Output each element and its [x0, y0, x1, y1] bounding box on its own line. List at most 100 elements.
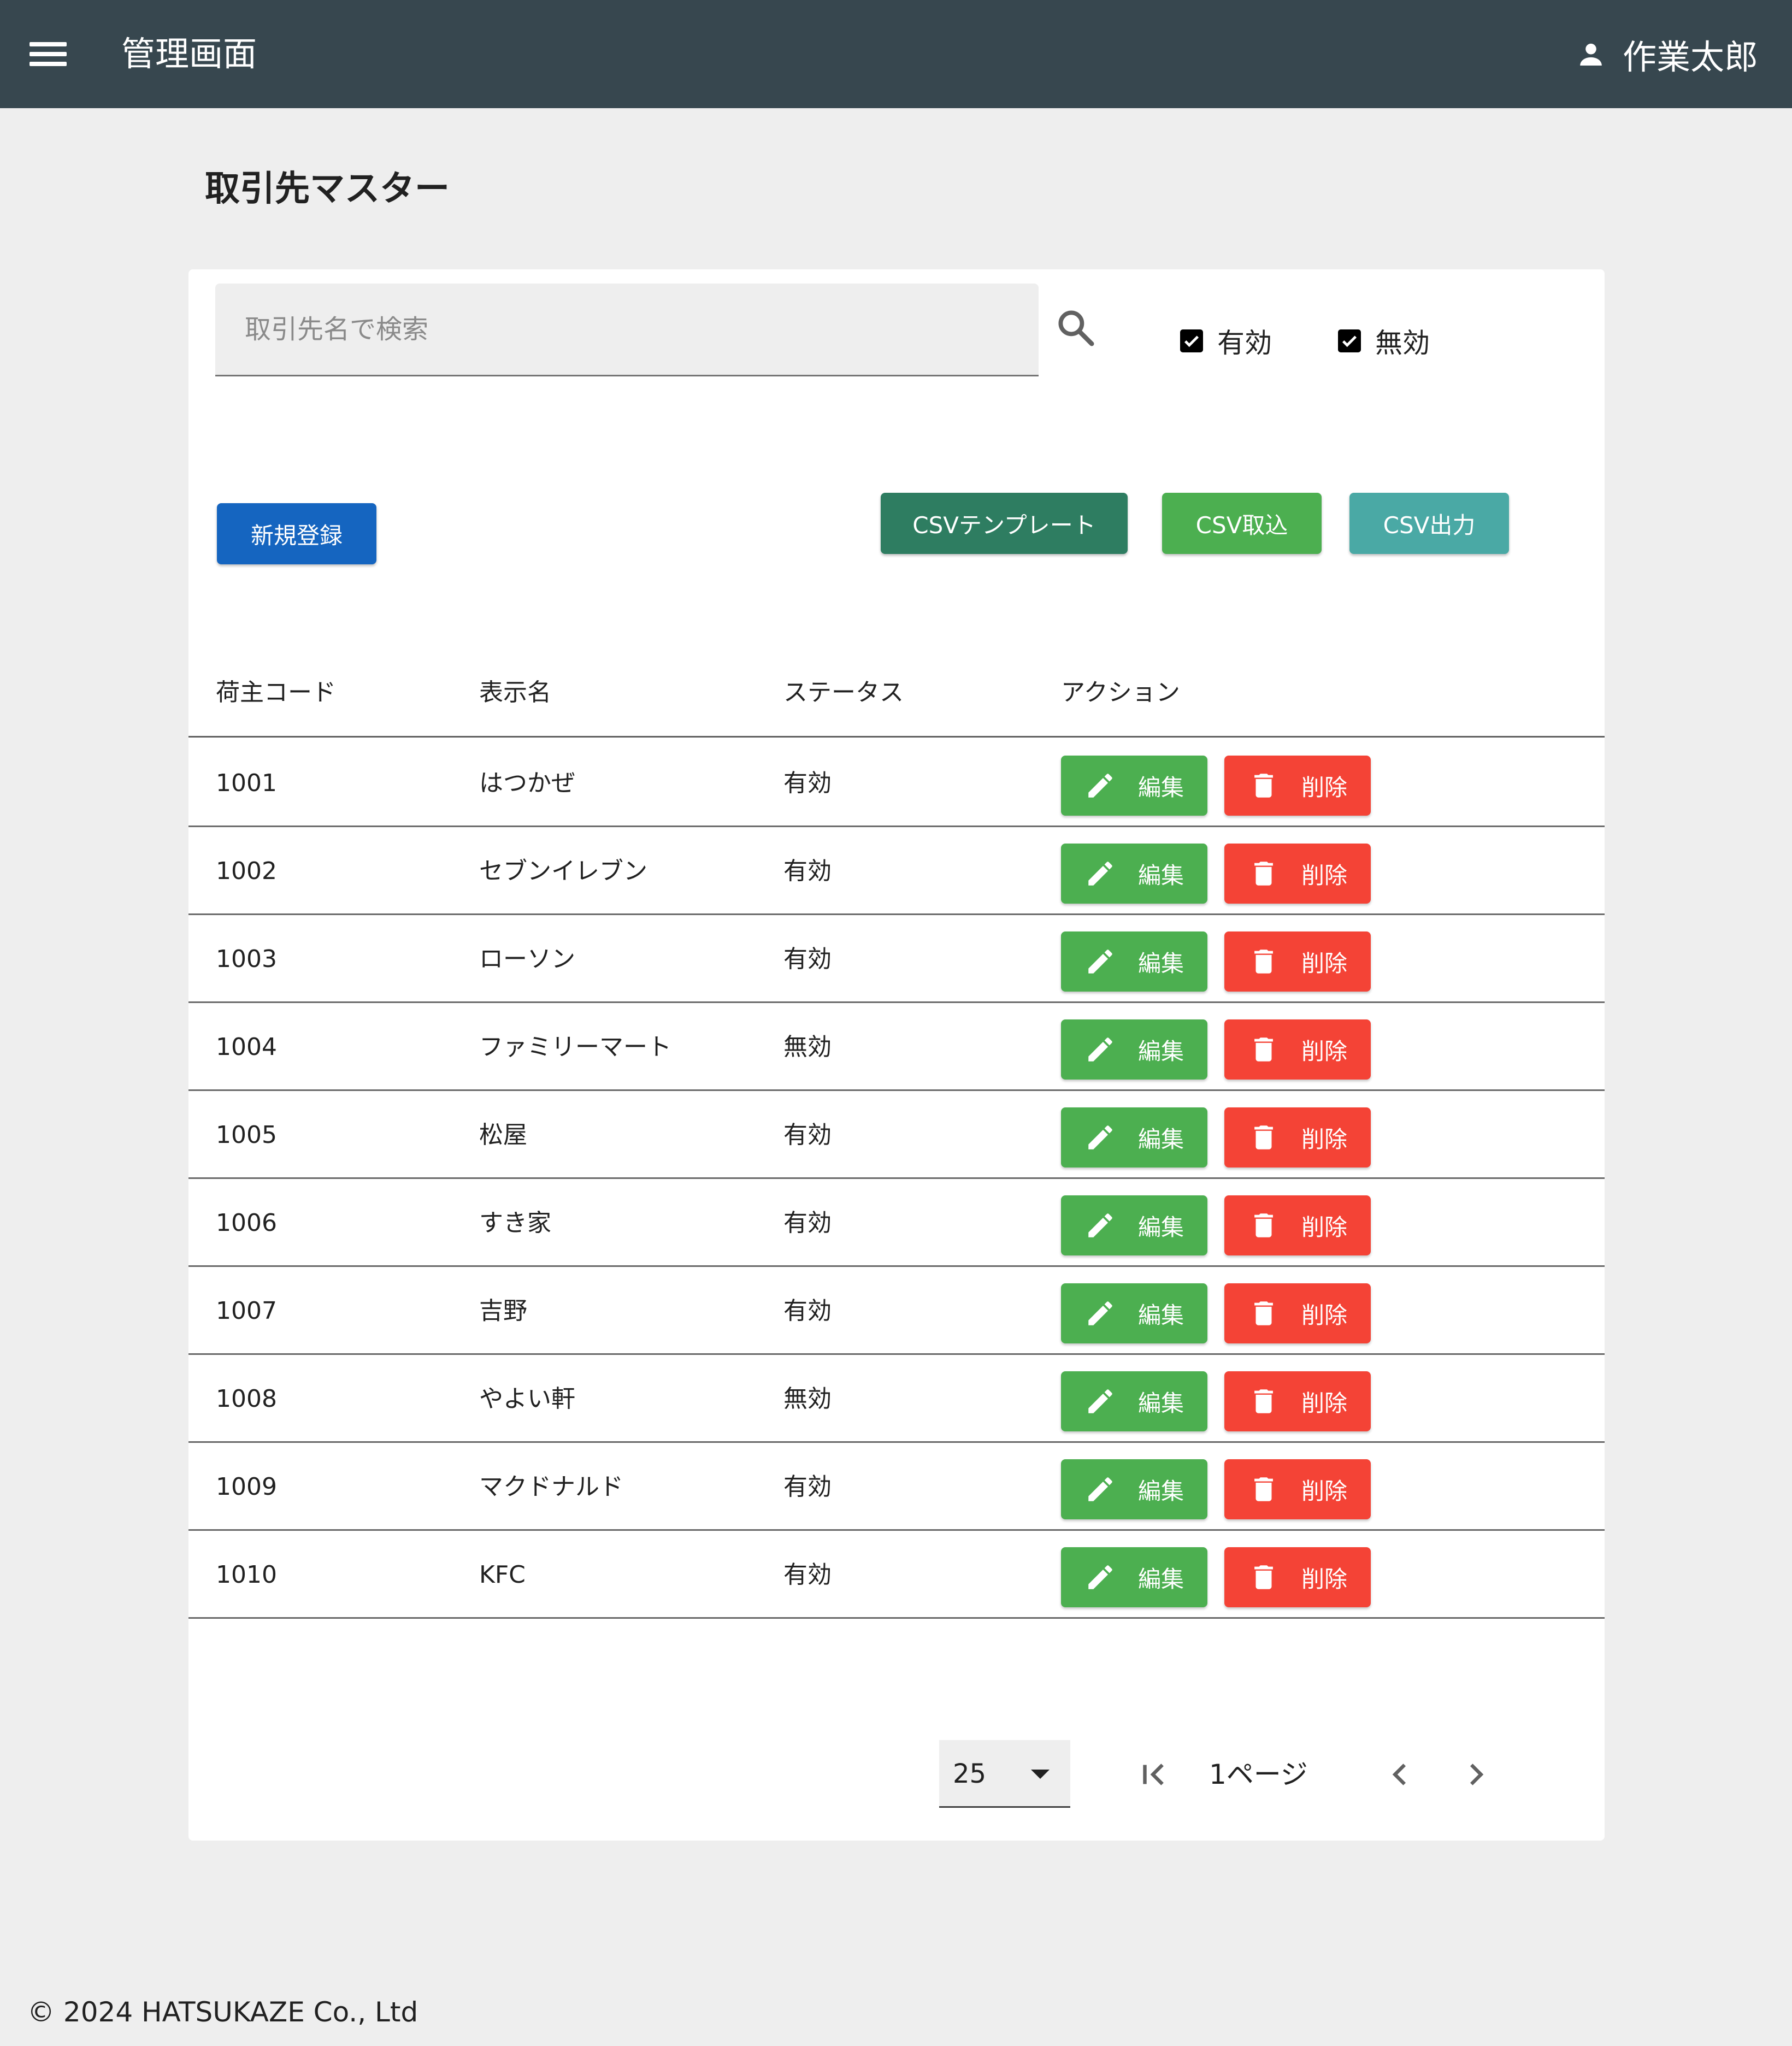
cell-status: 有効 — [783, 1473, 832, 1501]
cell-name: 吉野 — [479, 1297, 527, 1325]
pencil-icon — [1088, 1565, 1112, 1589]
delete-button[interactable]: 削除 — [1224, 1283, 1371, 1343]
table-row: 1004 ファミリーマート 無効 編集 削除 — [188, 1003, 1605, 1091]
edit-label: 編集 — [1137, 1389, 1184, 1417]
delete-button[interactable]: 削除 — [1224, 1019, 1371, 1080]
pencil-icon — [1088, 1389, 1112, 1413]
edit-label: 編集 — [1137, 1565, 1184, 1593]
edit-button[interactable]: 編集 — [1061, 931, 1207, 992]
edit-button[interactable]: 編集 — [1061, 1019, 1207, 1080]
table-row: 1009 マクドナルド 有効 編集 削除 — [188, 1443, 1605, 1531]
page-indicator: 1ページ — [1209, 1759, 1308, 1790]
chevron-right-icon[interactable] — [1457, 1755, 1495, 1794]
cell-status: 有効 — [783, 1121, 832, 1149]
edit-button[interactable]: 編集 — [1061, 756, 1207, 816]
cell-status: 有効 — [783, 945, 832, 973]
table-body: 1001 はつかぜ 有効 編集 削除 1002 セブンイレブン 有効 編集 削除 1003 ローソン有… — [188, 739, 1605, 1619]
csv-template-button[interactable]: CSVテンプレート — [881, 493, 1128, 554]
cell-name: セブンイレブン — [479, 857, 647, 885]
edit-label: 編集 — [1137, 1213, 1184, 1241]
edit-button[interactable]: 編集 — [1061, 844, 1207, 904]
column-header-status: ステータス — [783, 679, 904, 706]
csv-export-button[interactable]: CSV出力 — [1349, 493, 1509, 554]
edit-button[interactable]: 編集 — [1061, 1107, 1207, 1168]
cell-code: 1010 — [216, 1561, 277, 1589]
user-menu[interactable]: 作業太郎 — [1576, 31, 1758, 78]
rows-per-page-value: 25 — [953, 1759, 987, 1789]
trash-icon — [1254, 1301, 1273, 1325]
main-card: 有効 無効 新規登録 CSVテンプレート CSV取込 CSV出力 荷主コード 表… — [188, 269, 1605, 1841]
chevron-left-icon[interactable] — [1381, 1755, 1419, 1794]
trash-icon — [1254, 1477, 1273, 1501]
page-title: 取引先マスター — [205, 169, 450, 209]
delete-label: 削除 — [1301, 862, 1347, 889]
first-page-icon[interactable] — [1135, 1755, 1174, 1794]
cell-status: 有効 — [783, 769, 832, 797]
delete-button[interactable]: 削除 — [1224, 1371, 1371, 1431]
pencil-icon — [1088, 950, 1112, 974]
cell-name: やよい軒 — [479, 1385, 575, 1413]
cell-code: 1006 — [216, 1209, 277, 1237]
new-register-button[interactable]: 新規登録 — [217, 503, 376, 564]
delete-label: 削除 — [1301, 1125, 1347, 1153]
cell-code: 1001 — [216, 769, 277, 797]
delete-button[interactable]: 削除 — [1224, 844, 1371, 904]
delete-button[interactable]: 削除 — [1224, 1107, 1371, 1168]
delete-label: 削除 — [1301, 774, 1347, 801]
csv-import-button[interactable]: CSV取込 — [1162, 493, 1322, 554]
column-header-name: 表示名 — [479, 679, 551, 706]
delete-button[interactable]: 削除 — [1224, 1459, 1371, 1519]
trash-icon — [1254, 1125, 1273, 1149]
trash-icon — [1254, 1037, 1273, 1062]
edit-label: 編集 — [1137, 1477, 1184, 1505]
table-row: 1007 吉野 有効 編集 削除 — [188, 1267, 1605, 1355]
delete-label: 削除 — [1301, 950, 1347, 977]
table-row: 1008 やよい軒 無効 編集 削除 — [188, 1355, 1605, 1443]
edit-label: 編集 — [1137, 950, 1184, 977]
edit-button[interactable]: 編集 — [1061, 1459, 1207, 1519]
delete-label: 削除 — [1301, 1213, 1347, 1241]
trash-icon — [1254, 1389, 1273, 1413]
edit-label: 編集 — [1137, 1037, 1184, 1065]
filter-active-checkbox[interactable]: 有効 — [1180, 321, 1272, 361]
edit-label: 編集 — [1137, 1125, 1184, 1153]
cell-code: 1007 — [216, 1297, 277, 1325]
cell-name: はつかぜ — [479, 769, 575, 797]
rows-per-page-select[interactable]: 25 — [939, 1740, 1070, 1808]
filter-active-label: 有効 — [1217, 327, 1272, 359]
app-title: 管理画面 — [121, 34, 257, 74]
table-row: 1005 松屋 有効 編集 削除 — [188, 1091, 1605, 1179]
table-row: 1010 KFC 有効 編集 削除 — [188, 1531, 1605, 1619]
delete-label: 削除 — [1301, 1389, 1347, 1417]
cell-name: KFC — [479, 1561, 526, 1589]
cell-status: 無効 — [783, 1033, 832, 1061]
menu-icon[interactable] — [27, 38, 69, 70]
trash-icon — [1254, 862, 1273, 886]
trash-icon — [1254, 774, 1273, 798]
checkbox-checked-icon — [1180, 329, 1203, 352]
delete-button[interactable]: 削除 — [1224, 756, 1371, 816]
cell-code: 1004 — [216, 1033, 277, 1061]
cell-code: 1005 — [216, 1121, 277, 1149]
delete-button[interactable]: 削除 — [1224, 1547, 1371, 1607]
table-row: 1002 セブンイレブン 有効 編集 削除 — [188, 827, 1605, 915]
edit-button[interactable]: 編集 — [1061, 1371, 1207, 1431]
cell-name: すき家 — [479, 1209, 551, 1237]
edit-button[interactable]: 編集 — [1061, 1195, 1207, 1255]
delete-button[interactable]: 削除 — [1224, 1195, 1371, 1255]
edit-button[interactable]: 編集 — [1061, 1283, 1207, 1343]
edit-button[interactable]: 編集 — [1061, 1547, 1207, 1607]
search-icon[interactable] — [1054, 306, 1097, 349]
filter-inactive-label: 無効 — [1375, 327, 1430, 359]
delete-label: 削除 — [1301, 1037, 1347, 1065]
app-bar: 管理画面 作業太郎 — [0, 0, 1792, 108]
delete-button[interactable]: 削除 — [1224, 931, 1371, 992]
dropdown-arrow-icon — [1031, 1770, 1050, 1779]
pencil-icon — [1088, 862, 1112, 886]
filter-inactive-checkbox[interactable]: 無効 — [1338, 321, 1430, 361]
pencil-icon — [1088, 774, 1112, 798]
pencil-icon — [1088, 1125, 1112, 1149]
search-input[interactable] — [215, 284, 1039, 375]
table-row: 1001 はつかぜ 有効 編集 削除 — [188, 739, 1605, 827]
table-row: 1006 すき家 有効 編集 削除 — [188, 1179, 1605, 1267]
